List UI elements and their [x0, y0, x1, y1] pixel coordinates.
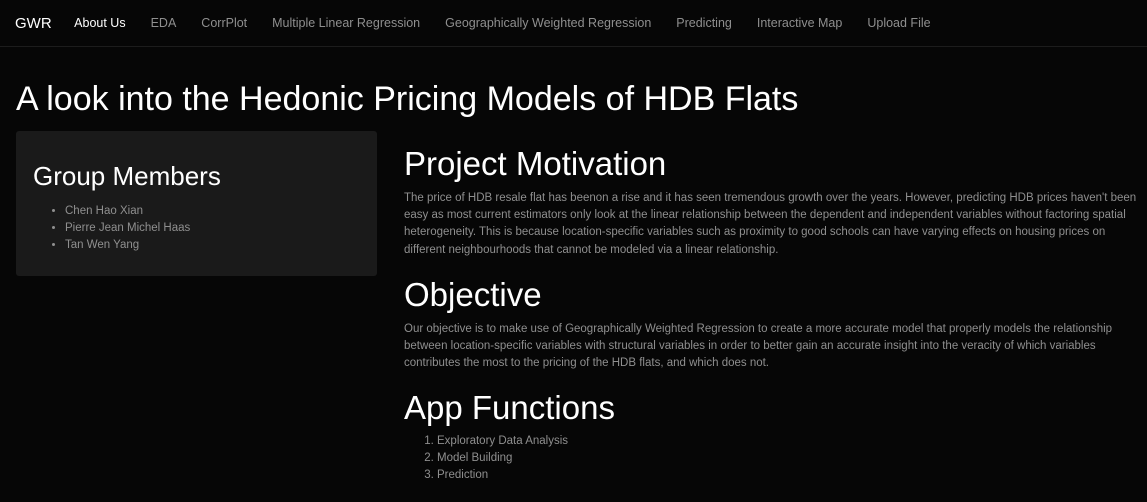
nav-multiple-linear-regression[interactable]: Multiple Linear Regression	[260, 16, 433, 30]
list-item: Model Building	[437, 450, 1140, 467]
member-item: Chen Hao Xian	[65, 203, 190, 220]
app-functions-list: Exploratory Data Analysis Model Building…	[404, 433, 1140, 484]
member-item: Tan Wen Yang	[65, 237, 190, 254]
top-navbar: GWR About Us EDA CorrPlot Multiple Linea…	[0, 0, 1147, 47]
nav-interactive-map[interactable]: Interactive Map	[744, 16, 854, 30]
nav-corrplot[interactable]: CorrPlot	[189, 16, 260, 30]
project-motivation-title: Project Motivation	[404, 145, 667, 182]
list-item: Exploratory Data Analysis	[437, 433, 1140, 450]
nav-predicting[interactable]: Predicting	[664, 16, 745, 30]
main-content: Project Motivation The price of HDB resa…	[404, 142, 1140, 484]
project-motivation-text: The price of HDB resale flat has beenon …	[404, 192, 1137, 256]
list-item: Prediction	[437, 467, 1140, 484]
page-title: A look into the Hedonic Pricing Models o…	[16, 80, 799, 118]
objective-text: Our objective is to make use of Geograph…	[404, 322, 1113, 370]
app-functions-title: App Functions	[404, 389, 615, 427]
group-members-panel: Group Members Chen Hao Xian Pierre Jean …	[16, 131, 377, 276]
member-list: Chen Hao Xian Pierre Jean Michel Haas Ta…	[48, 203, 190, 254]
nav-geographically-weighted-regression[interactable]: Geographically Weighted Regression	[433, 16, 664, 30]
objective-title: Objective	[404, 275, 542, 313]
nav-about-us[interactable]: About Us	[62, 16, 138, 30]
group-members-title: Group Members	[33, 161, 221, 191]
nav-upload-file[interactable]: Upload File	[855, 16, 943, 30]
member-item: Pierre Jean Michel Haas	[65, 220, 190, 237]
brand-link[interactable]: GWR	[15, 15, 52, 32]
nav-eda[interactable]: EDA	[138, 16, 189, 30]
